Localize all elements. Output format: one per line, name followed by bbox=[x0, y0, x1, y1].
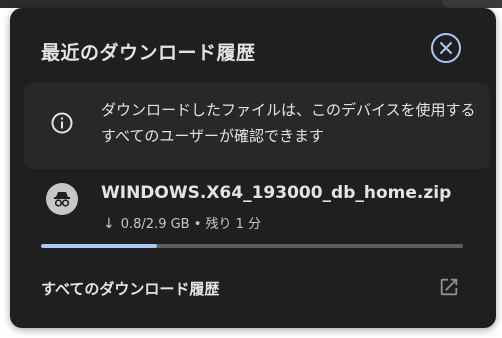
downloads-bubble: 最近のダウンロード履歴 ダウンロードしたファイルは、このデバイスを使用するすべて… bbox=[10, 8, 496, 328]
panel-title: 最近のダウンロード履歴 bbox=[41, 42, 256, 64]
all-downloads-link[interactable]: すべてのダウンロード履歴 bbox=[41, 278, 219, 299]
download-filename: WINDOWS.X64_193000_db_home.zip bbox=[101, 183, 452, 203]
download-progress-bar bbox=[41, 244, 463, 248]
incognito-icon bbox=[46, 183, 78, 215]
close-button[interactable] bbox=[431, 33, 461, 63]
open-in-new-icon[interactable] bbox=[438, 276, 460, 298]
browser-top-strip bbox=[0, 0, 502, 8]
download-status: ↓ 0.8/2.9 GB • 残り 1 分 bbox=[103, 213, 261, 232]
download-progress-fill bbox=[41, 244, 158, 248]
info-icon bbox=[51, 112, 73, 134]
close-icon bbox=[440, 42, 452, 54]
visibility-notice: ダウンロードしたファイルは、このデバイスを使用するすべてのユーザーが確認できます bbox=[24, 83, 490, 169]
download-arrow-icon: ↓ bbox=[103, 216, 115, 232]
notice-text: ダウンロードしたファイルは、このデバイスを使用するすべてのユーザーが確認できます bbox=[101, 101, 476, 145]
download-status-text: 0.8/2.9 GB • 残り 1 分 bbox=[120, 217, 262, 232]
toolbar-edge bbox=[442, 0, 502, 8]
